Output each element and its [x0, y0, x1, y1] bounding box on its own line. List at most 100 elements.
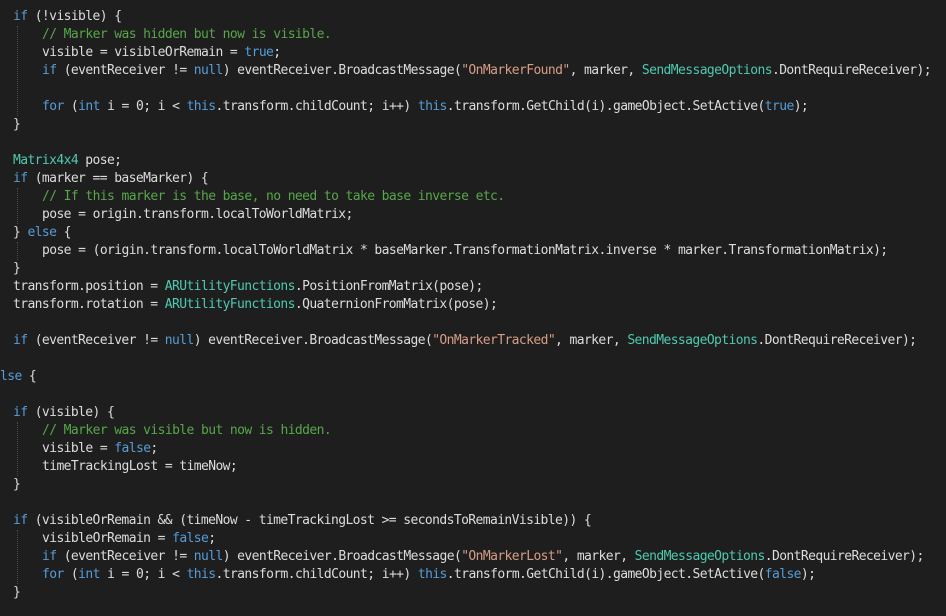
code-line[interactable]: if (eventReceiver != null) eventReceiver… — [42, 62, 932, 80]
code-token: SendMessageOptions — [641, 63, 773, 78]
code-token: (!visible) { — [27, 9, 122, 24]
code-line[interactable]: if (eventReceiver != null) eventReceiver… — [13, 332, 917, 350]
code-token: } — [13, 117, 21, 132]
code-token: .transform.GetChild(i).gameObject.SetAct… — [446, 567, 766, 582]
code-token: i = 0; i < — [99, 99, 187, 114]
code-line[interactable]: timeTrackingLost = timeNow; — [42, 458, 238, 476]
code-token: ; — [208, 531, 216, 546]
code-line[interactable]: if (visible) { — [13, 404, 115, 422]
code-token: "OnMarkerLost" — [461, 549, 563, 564]
code-token: ) eventReceiver.BroadcastMessage( — [222, 63, 462, 78]
code-token: (eventReceiver != — [27, 333, 165, 348]
indent-guide — [17, 530, 18, 584]
code-token: ) eventReceiver.BroadcastMessage( — [193, 333, 433, 348]
code-token: i = 0; i < — [99, 567, 187, 582]
code-line[interactable]: visible = visibleOrRemain = true; — [42, 44, 281, 62]
code-token: { — [21, 369, 37, 384]
code-token: true — [244, 45, 274, 60]
indent-guide — [17, 26, 18, 116]
code-line[interactable]: } — [13, 584, 21, 602]
code-token: // Marker was visible but now is hidden. — [42, 423, 332, 438]
code-line[interactable]: if (visibleOrRemain && (timeNow - timeTr… — [13, 512, 592, 530]
code-token: transform.position = — [13, 279, 165, 294]
code-line[interactable]: lse { — [0, 368, 37, 386]
code-token: "OnMarkerFound" — [461, 63, 570, 78]
code-token: this — [417, 99, 448, 114]
code-token: .transform.GetChild(i).gameObject.SetAct… — [446, 99, 766, 114]
code-token: if — [42, 549, 57, 564]
code-token: ( — [63, 567, 79, 582]
code-token: } — [13, 477, 21, 492]
code-line[interactable]: } — [13, 476, 21, 494]
code-token: this — [186, 567, 217, 582]
code-token: true — [764, 99, 795, 114]
code-token: visible = visibleOrRemain = — [42, 45, 245, 60]
code-token: null — [164, 333, 195, 348]
code-token: lse — [0, 369, 22, 384]
code-token: .DontRequireReceiver); — [757, 333, 917, 348]
code-token: for — [42, 99, 64, 114]
code-token: .transform.childCount; i++) — [215, 567, 418, 582]
code-line[interactable]: pose = (origin.transform.localToWorldMat… — [42, 242, 888, 260]
code-token: (eventReceiver != — [56, 63, 194, 78]
code-line[interactable]: transform.rotation = ARUtilityFunctions.… — [13, 296, 498, 314]
code-token: if — [13, 333, 28, 348]
code-line[interactable]: // If this marker is the base, no need t… — [42, 188, 505, 206]
code-token: null — [193, 63, 224, 78]
indent-guide — [17, 188, 18, 224]
code-token: , marker, — [555, 333, 628, 348]
code-line[interactable]: transform.position = ARUtilityFunctions.… — [13, 278, 483, 296]
code-token: false — [172, 531, 209, 546]
code-token: ; — [150, 441, 158, 456]
code-token: , marker, — [569, 63, 642, 78]
code-token: .DontRequireReceiver); — [771, 63, 932, 78]
code-token: Matrix4x4 — [13, 153, 79, 168]
code-token: pose = origin.transform.localToWorldMatr… — [42, 207, 353, 222]
code-token: } — [13, 261, 21, 276]
code-line[interactable]: // Marker was visible but now is hidden. — [42, 422, 332, 440]
code-line[interactable]: if (eventReceiver != null) eventReceiver… — [42, 548, 924, 566]
code-token: // Marker was hidden but now is visible. — [42, 27, 332, 42]
code-token: // If this marker is the base, no need t… — [42, 189, 505, 204]
code-token: int — [78, 99, 100, 114]
code-token: .QuaternionFromMatrix(pose); — [294, 297, 498, 312]
code-token: (eventReceiver != — [56, 549, 194, 564]
code-line[interactable]: visibleOrRemain = false; — [42, 530, 216, 548]
code-line[interactable]: Matrix4x4 pose; — [13, 152, 122, 170]
code-token: .transform.childCount; i++) — [215, 99, 418, 114]
code-token: .DontRequireReceiver); — [764, 549, 925, 564]
code-editor[interactable]: if (!visible) {// Marker was hidden but … — [0, 0, 946, 616]
code-token: this — [186, 99, 217, 114]
code-token: visibleOrRemain = — [42, 531, 173, 546]
code-line[interactable]: visible = false; — [42, 440, 158, 458]
code-token: ) eventReceiver.BroadcastMessage( — [222, 549, 462, 564]
code-token: int — [78, 567, 100, 582]
code-token: this — [417, 567, 448, 582]
code-token: ); — [800, 567, 816, 582]
code-line[interactable]: } — [13, 116, 21, 134]
code-line[interactable]: if (marker == baseMarker) { — [13, 170, 209, 188]
code-token: ARUtilityFunctions — [164, 279, 296, 294]
code-token: (marker == baseMarker) { — [27, 171, 209, 186]
code-token: null — [193, 549, 224, 564]
code-line[interactable]: for (int i = 0; i < this.transform.child… — [42, 566, 816, 584]
code-token: ( — [63, 99, 79, 114]
code-token: } — [13, 585, 21, 600]
code-line[interactable]: } — [13, 260, 21, 278]
code-token: ARUtilityFunctions — [164, 297, 296, 312]
code-line[interactable]: if (!visible) { — [13, 8, 122, 26]
code-token: timeTrackingLost = timeNow; — [42, 459, 238, 474]
code-token: { — [56, 225, 72, 240]
code-token: if — [13, 405, 28, 420]
code-token: visible = — [42, 441, 115, 456]
indent-guide — [17, 422, 18, 476]
code-token: ); — [793, 99, 809, 114]
indent-guide — [17, 242, 18, 260]
code-line[interactable]: // Marker was hidden but now is visible. — [42, 26, 332, 44]
code-token: transform.rotation = — [13, 297, 165, 312]
code-line[interactable]: } else { — [13, 224, 71, 242]
code-line[interactable]: pose = origin.transform.localToWorldMatr… — [42, 206, 353, 224]
code-line[interactable]: for (int i = 0; i < this.transform.child… — [42, 98, 809, 116]
code-token: SendMessageOptions — [627, 333, 758, 348]
code-token: for — [42, 567, 64, 582]
